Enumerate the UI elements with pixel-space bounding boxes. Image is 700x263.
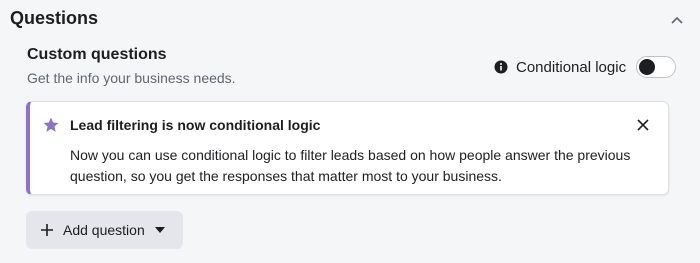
section-title: Questions [10,8,99,28]
conditional-logic-row: Conditional logic [494,56,677,78]
custom-questions-subtext: Get the info your business needs. [27,70,236,86]
conditional-logic-notice: Lead filtering is now conditional logic … [26,101,669,195]
conditional-logic-label: Conditional logic [516,58,627,76]
close-icon[interactable] [636,118,650,132]
toggle-knob [639,59,656,75]
add-question-button[interactable]: Add question [26,211,183,249]
conditional-logic-toggle[interactable] [636,56,677,78]
notice-body: Now you can use conditional logic to fil… [70,147,631,184]
info-icon[interactable] [494,60,508,74]
plus-icon [41,224,53,236]
collapse-section-button[interactable] [669,12,685,28]
star-icon [43,117,59,132]
caret-down-icon [154,227,165,233]
add-question-label: Add question [63,222,145,238]
chevron-up-icon [671,16,683,24]
notice-title: Lead filtering is now conditional logic [70,117,321,133]
custom-questions-heading: Custom questions [27,46,167,63]
